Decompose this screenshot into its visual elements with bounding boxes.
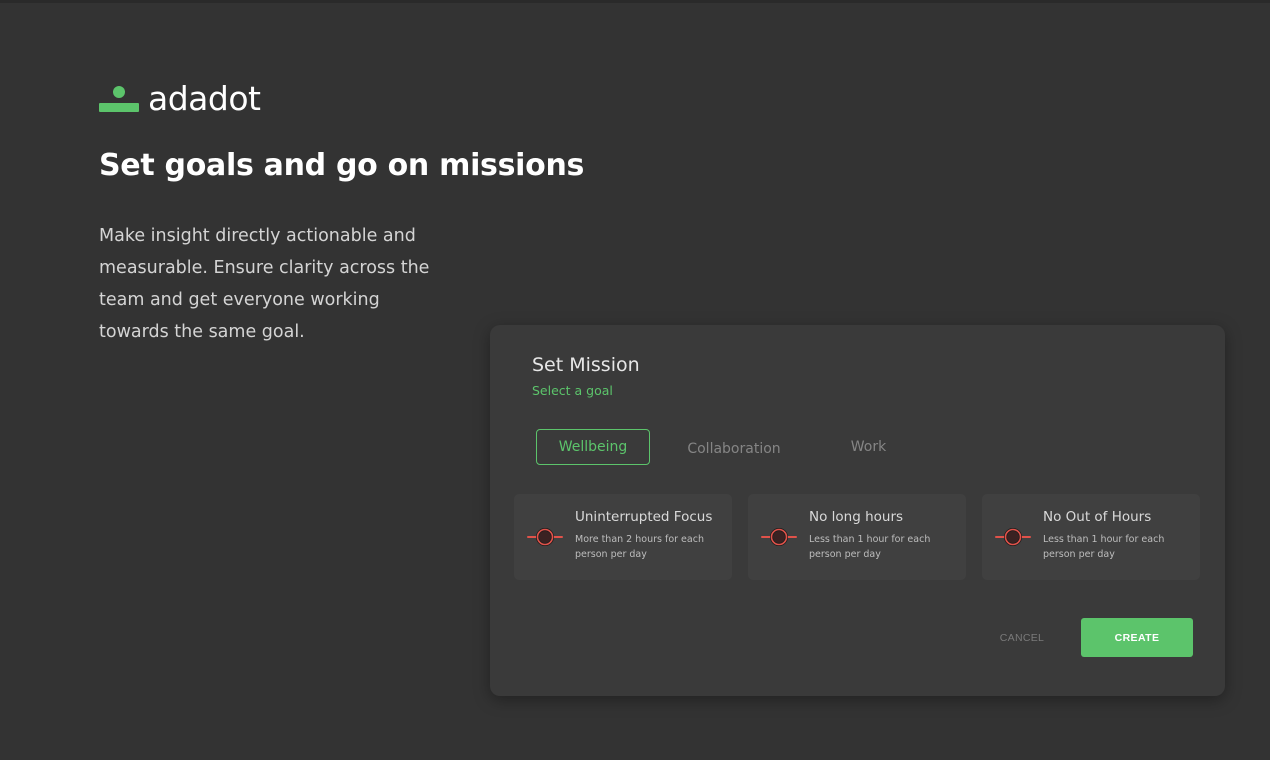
card-subtitle: Select a goal [532,383,613,398]
goal-option-uninterrupted-focus[interactable]: Uninterrupted Focus More than 2 hours fo… [514,494,732,580]
mission-target-icon [527,528,563,546]
page-headline: Set goals and go on missions [99,148,585,183]
goal-title: No long hours [809,509,904,525]
mission-target-icon [761,528,797,546]
goal-option-no-long-hours[interactable]: No long hours Less than 1 hour for each … [748,494,966,580]
goal-description: Less than 1 hour for each person per day [809,534,931,560]
adadot-logo: adadot [99,79,261,118]
top-edge-shade [0,0,1270,3]
goal-description: More than 2 hours for each person per da… [575,534,704,560]
goal-title: Uninterrupted Focus [575,509,713,525]
goal-option-no-out-of-hours[interactable]: No Out of Hours Less than 1 hour for eac… [982,494,1200,580]
tab-wellbeing[interactable]: Wellbeing [536,429,650,465]
cancel-button[interactable]: CANCEL [970,618,1074,658]
goal-description: Less than 1 hour for each person per day [1043,534,1165,560]
tab-collaboration[interactable]: Collaboration [673,431,795,467]
goal-title: No Out of Hours [1043,509,1152,525]
set-mission-card: Set Mission Select a goal Wellbeing Coll… [490,325,1225,696]
mission-target-icon [995,528,1031,546]
logo-wordmark: adadot [148,79,261,118]
card-title: Set Mission [532,354,640,376]
adadot-logo-mark-icon [99,84,139,114]
hero-description: Make insight directly actionable and mea… [99,226,430,342]
create-button[interactable]: CREATE [1081,618,1193,657]
tab-work[interactable]: Work [830,429,907,465]
